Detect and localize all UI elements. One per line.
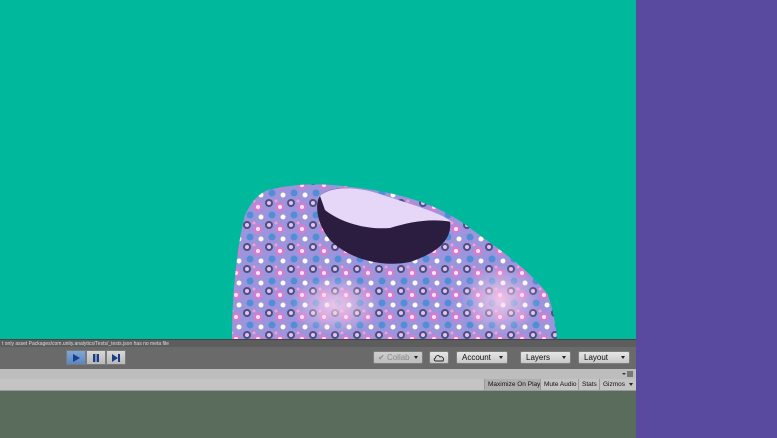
collab-button[interactable]: ✔ Collab [373, 351, 423, 364]
pause-icon [93, 353, 99, 362]
chevron-down-icon [414, 356, 418, 359]
cloud-icon [433, 354, 444, 361]
account-label: Account [462, 353, 491, 362]
layout-label: Layout [584, 353, 609, 362]
panel-menu-icon[interactable] [622, 370, 634, 378]
stats-toggle[interactable]: Stats [578, 379, 599, 390]
game-tab-bar [0, 369, 636, 379]
layers-dropdown[interactable]: Layers [520, 351, 571, 364]
step-button[interactable] [106, 350, 126, 365]
play-icon [73, 353, 80, 362]
cloud-button[interactable] [429, 351, 449, 364]
garment-model [232, 184, 557, 339]
main-toolbar: ✔ Collab Account Layers Layout [0, 347, 636, 370]
scene-viewport[interactable] [0, 0, 636, 339]
chevron-down-icon [562, 356, 566, 359]
step-icon [112, 353, 120, 362]
chevron-down-icon [621, 356, 625, 359]
gizmos-label: Gizmos [603, 381, 626, 388]
game-view[interactable] [0, 391, 636, 438]
account-dropdown[interactable]: Account [456, 351, 508, 364]
mute-audio-toggle[interactable]: Mute Audio [540, 379, 578, 390]
playback-controls [66, 350, 126, 365]
pause-button[interactable] [86, 350, 106, 365]
maximize-on-play-toggle[interactable]: Maximize On Play [484, 379, 540, 390]
layers-label: Layers [526, 353, 551, 362]
game-view-options: Maximize On Play Mute Audio Stats Gizmos [0, 379, 636, 391]
chevron-down-icon [629, 383, 633, 386]
layout-dropdown[interactable]: Layout [578, 351, 630, 364]
check-icon: ✔ [378, 353, 385, 362]
play-button[interactable] [66, 350, 86, 365]
gizmos-dropdown[interactable]: Gizmos [599, 379, 636, 390]
collab-label: Collab [386, 353, 410, 362]
side-panel [636, 0, 777, 438]
chevron-down-icon [499, 356, 503, 359]
